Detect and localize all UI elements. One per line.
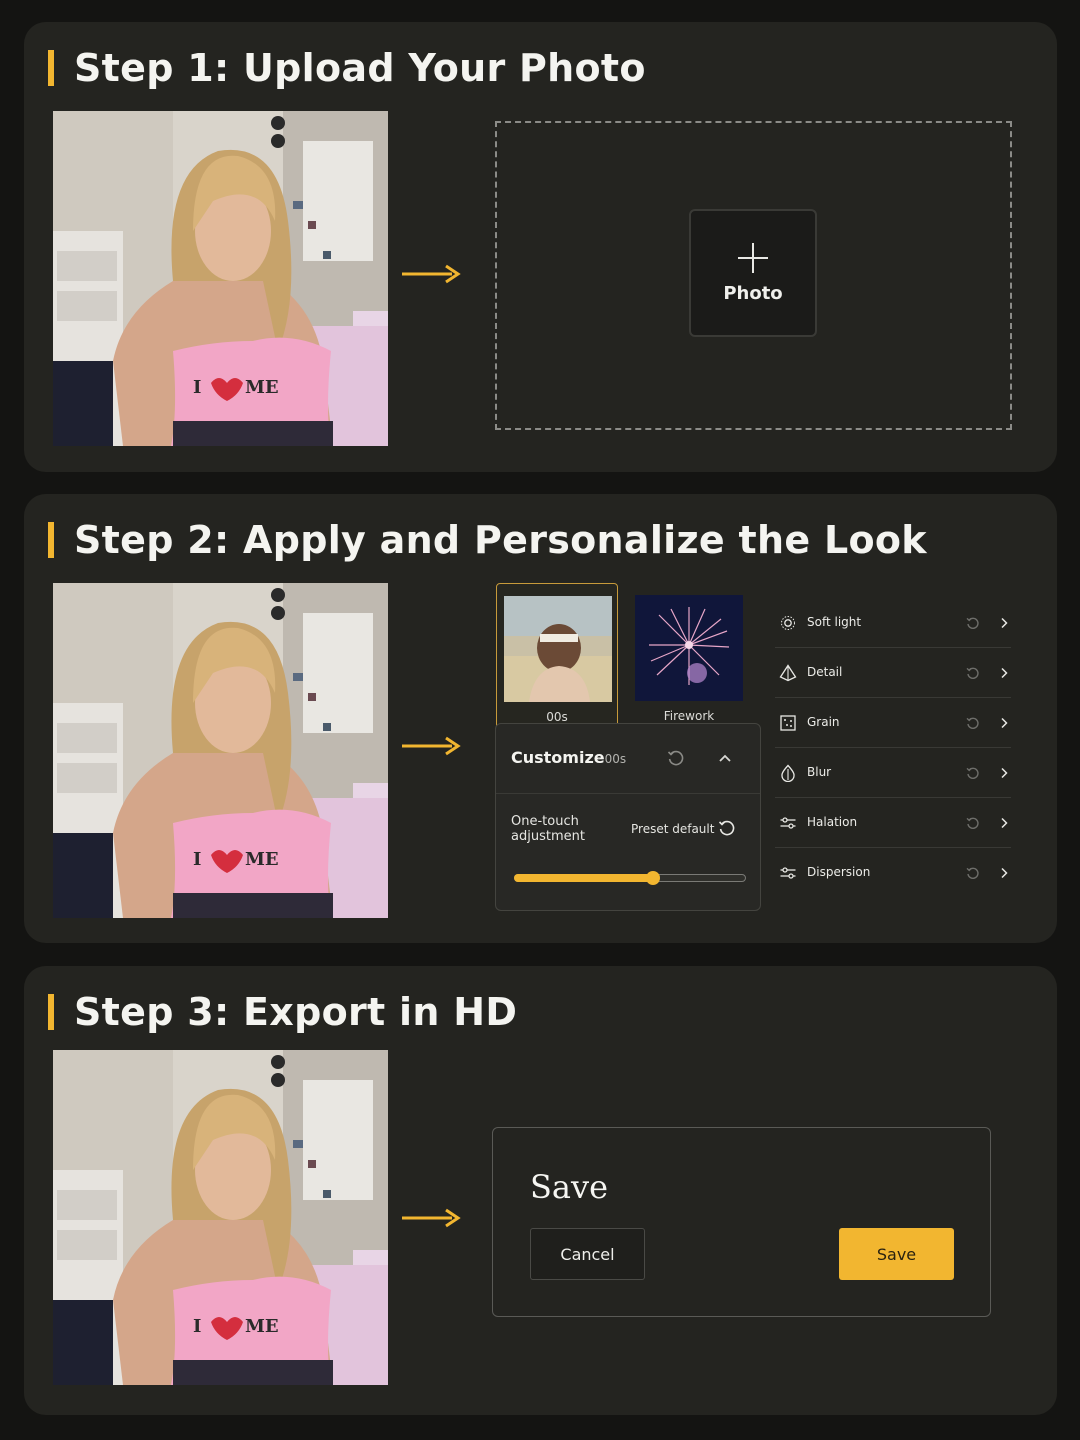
step-2-title-text: Step 2: Apply and Personalize the Look (74, 518, 927, 562)
customize-header: Customize · 00s (496, 724, 760, 794)
step-3-card: Step 3: Export in HD Save Cancel Save (24, 966, 1057, 1415)
step-1-card: Step 1: Upload Your Photo Photo (24, 22, 1057, 472)
right-arrow-icon (402, 1208, 462, 1228)
chevron-right-icon[interactable] (997, 866, 1011, 880)
sun-icon (781, 616, 795, 630)
adjustment-row-blur[interactable]: Blur (775, 748, 1011, 798)
one-touch-slider[interactable] (514, 871, 746, 885)
plus-icon (738, 242, 768, 273)
adjustment-label: Blur (807, 765, 832, 779)
preset-default-label: Preset default (631, 822, 715, 836)
save-dialog-title: Save (530, 1168, 609, 1206)
step-2-title: Step 2: Apply and Personalize the Look (48, 518, 927, 562)
preset-00s-thumbnail (504, 596, 612, 702)
slider-thumb[interactable] (646, 871, 660, 885)
preset-firework-thumbnail (635, 595, 743, 701)
preset-default-reset-icon[interactable] (718, 819, 736, 837)
grain-icon (780, 715, 796, 731)
reset-icon[interactable] (966, 616, 980, 630)
step-1-title: Step 1: Upload Your Photo (48, 46, 646, 90)
chevron-up-icon[interactable] (717, 750, 733, 766)
chevron-right-icon[interactable] (997, 616, 1011, 630)
adjustment-row-halation[interactable]: Halation (775, 798, 1011, 848)
add-photo-button[interactable]: Photo (689, 209, 817, 337)
adjustment-row-soft-light[interactable]: Soft light (775, 598, 1011, 648)
step-1-title-text: Step 1: Upload Your Photo (74, 46, 646, 90)
reset-icon[interactable] (966, 766, 980, 780)
preset-firework-label: Firework (663, 709, 715, 723)
adjustment-label: Dispersion (807, 865, 871, 879)
preset-firework[interactable]: Firework (628, 583, 750, 733)
one-touch-adjustment-label: One-touch adjustment (511, 814, 585, 844)
reset-icon[interactable] (966, 816, 980, 830)
save-button[interactable]: Save (839, 1228, 954, 1280)
step-2-card: Step 2: Apply and Personalize the Look 0… (24, 494, 1057, 943)
step-3-title-text: Step 3: Export in HD (74, 990, 518, 1034)
adjustment-row-detail[interactable]: Detail (775, 648, 1011, 698)
step-3-title: Step 3: Export in HD (48, 990, 518, 1034)
customize-preset-name: · 00s (597, 752, 627, 766)
cancel-button[interactable]: Cancel (530, 1228, 645, 1280)
chevron-right-icon[interactable] (997, 716, 1011, 730)
reset-icon[interactable] (667, 749, 685, 767)
reset-icon[interactable] (966, 666, 980, 680)
sample-photo (53, 1050, 388, 1385)
right-arrow-icon (402, 264, 462, 284)
customize-panel: Customize · 00s One-touch adjustment Pre… (495, 723, 761, 911)
slider-fill (514, 874, 652, 882)
chevron-right-icon[interactable] (997, 766, 1011, 780)
accent-bar (48, 522, 54, 558)
chevron-right-icon[interactable] (997, 666, 1011, 680)
chevron-right-icon[interactable] (997, 816, 1011, 830)
adjustment-row-grain[interactable]: Grain (775, 698, 1011, 748)
adjustment-list: Soft light Detail Grain Blur Halation Dispers… (775, 598, 1011, 898)
sample-photo (53, 111, 388, 446)
preset-00s-label: 00s (546, 710, 568, 724)
customize-title: Customize (511, 748, 605, 767)
save-dialog: Save Cancel Save (492, 1127, 991, 1317)
preset-00s[interactable]: 00s (496, 583, 618, 733)
reset-icon[interactable] (966, 716, 980, 730)
pyramid-icon (779, 664, 797, 682)
adjustment-label: Detail (807, 665, 843, 679)
sliders-icon (780, 867, 796, 879)
sample-photo (53, 583, 388, 918)
sliders-icon (780, 817, 796, 829)
adjustment-label: Grain (807, 715, 840, 729)
upload-drop-zone[interactable]: Photo (495, 121, 1012, 430)
drop-icon (781, 764, 795, 782)
accent-bar (48, 50, 54, 86)
adjustment-label: Halation (807, 815, 858, 829)
adjustment-label: Soft light (807, 615, 862, 629)
reset-icon[interactable] (966, 866, 980, 880)
add-photo-label: Photo (723, 282, 783, 304)
accent-bar (48, 994, 54, 1030)
adjustment-row-dispersion[interactable]: Dispersion (775, 848, 1011, 898)
right-arrow-icon (402, 736, 462, 756)
